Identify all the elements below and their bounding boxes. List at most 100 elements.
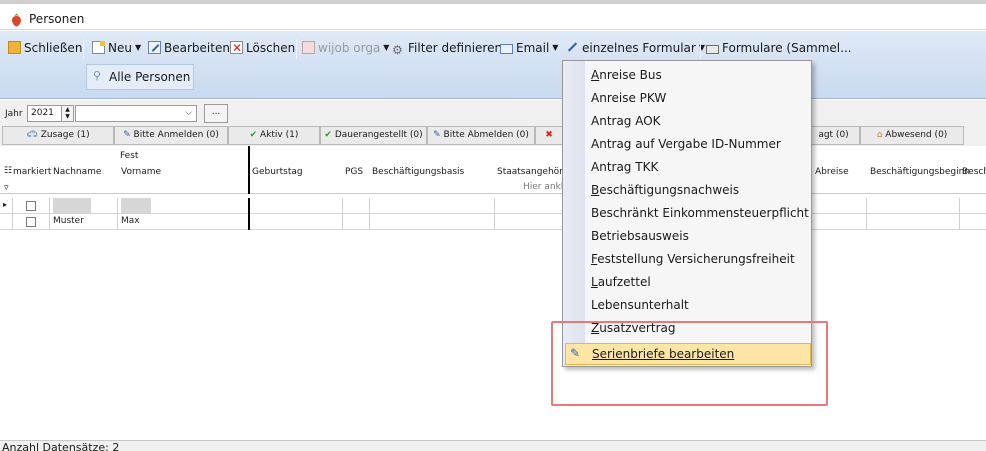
group-header-fest: Fest (120, 151, 139, 161)
row-vorname-blurred (121, 198, 151, 213)
tab-dauerangestellt[interactable]: ✔ Dauerangestellt (0) (320, 126, 427, 145)
tab-bitte-abmelden-label: Bitte Abmelden (0) (443, 130, 529, 140)
forms-label: Formulare (Sammel... (722, 41, 852, 55)
email-icon (500, 44, 513, 54)
all-persons-label: Alle Personen (109, 70, 191, 84)
tab-zusage[interactable]: 🚗︎ Zusage (1) (2, 126, 114, 145)
tab-abwesend[interactable]: ⌂ Abwesend (0) (860, 126, 964, 145)
year-spinner[interactable]: 2021 ▲ ▼ (27, 105, 74, 122)
email-button[interactable]: Email ▼ (500, 39, 558, 59)
row-checkbox[interactable] (26, 201, 36, 211)
row-vorname: Max (121, 216, 140, 226)
menu-item-antrag-aok[interactable]: Antrag AOK (591, 114, 661, 128)
cross-icon: ✖ (545, 130, 553, 140)
menu-item-anreise-bus[interactable]: Anreise Bus (591, 68, 662, 82)
close-label: Schließen (24, 41, 83, 55)
tab-abgesagt-label: agt (0) (818, 130, 849, 140)
wijob-dropdown-icon[interactable]: ▼ (383, 43, 389, 52)
edit-button[interactable]: Bearbeiten (148, 39, 230, 59)
grid-header: ☷ ▿ Fest markiert Nachname Vorname Gebur… (0, 146, 986, 194)
tab-aktiv[interactable]: ✔ Aktiv (1) (228, 126, 320, 145)
menu-item-beschraenkt-einkommensteuerpflicht[interactable]: Beschränkt Einkommensteuerpflicht (591, 206, 809, 220)
row-nachname-blurred (53, 198, 91, 213)
column-geburtstag[interactable]: Geburtstag (252, 167, 303, 177)
new-label: Neu (108, 41, 132, 55)
pencil-icon: ✎ (433, 130, 441, 140)
tab-abgesagt[interactable]: ✖ (535, 126, 563, 145)
checkmark-icon: ✔ (249, 130, 258, 140)
tab-bitte-abmelden[interactable]: ✎ Bitte Abmelden (0) (427, 126, 535, 145)
all-persons-button[interactable]: ⚲ Alle Personen (86, 64, 194, 90)
menu-item-lebensunterhalt[interactable]: Lebensunterhalt (591, 298, 689, 312)
delete-icon: ✕ (230, 41, 243, 55)
close-button[interactable]: Schließen (8, 39, 82, 59)
menu-item-antrag-tkk[interactable]: Antrag TKK (591, 160, 658, 174)
menu-item-laufzettel[interactable]: Laufzettel (591, 275, 651, 289)
filter-hint[interactable]: Hier ankli (523, 182, 566, 192)
table-row[interactable]: Muster Max (0, 214, 986, 230)
filter-button[interactable]: ⚙ Filter definieren (392, 39, 502, 59)
column-staatsangehoerig[interactable]: Staatsangehörig (497, 167, 571, 177)
column-abreise[interactable]: Abreise (815, 167, 849, 177)
wijob-label: wijob orga (318, 41, 381, 55)
filter-label: Filter definieren (408, 41, 503, 55)
status-bar: Anzahl Datensätze: 2 (0, 440, 986, 451)
person-select[interactable]: ⌵ (75, 105, 197, 122)
tab-abwesend-label: Abwesend (0) (885, 130, 948, 140)
tab-abgesagt-right[interactable]: agt (0) (808, 126, 860, 145)
window-title: Personen (29, 12, 85, 26)
single-form-label: einzelnes Formular (582, 41, 696, 55)
table-row[interactable]: ▸ (0, 198, 986, 214)
wijob-icon (302, 41, 315, 54)
house-icon: ⌂ (876, 130, 883, 140)
row-nachname: Muster (53, 216, 84, 226)
forms-batch-button[interactable]: Formulare (Sammel... (706, 39, 852, 59)
chevron-down-icon[interactable]: ⌵ (185, 106, 192, 121)
close-app-icon (8, 41, 21, 54)
column-besch[interactable]: Besch (962, 167, 986, 177)
new-button[interactable]: Neu ▼ (92, 39, 141, 59)
edit-pencil-icon (148, 41, 161, 54)
menu-item-anreise-pkw[interactable]: Anreise PKW (591, 91, 666, 105)
status-tabs: 🚗︎ Zusage (1) ✎ Bitte Anmelden (0) ✔ Akt… (0, 126, 986, 146)
gear-icon: ⚙ (392, 43, 403, 57)
row-indicator-icon: ▸ (3, 200, 8, 209)
highlight-box (551, 321, 828, 406)
menu-item-betriebsausweis[interactable]: Betriebsausweis (591, 229, 689, 243)
tab-dauerangestellt-label: Dauerangestellt (0) (334, 130, 423, 140)
single-form-button[interactable]: einzelnes Formular ▼ (566, 39, 705, 59)
checkmark-icon: ✔ (324, 130, 332, 140)
column-nachname[interactable]: Nachname (53, 167, 101, 177)
tab-bitte-anmelden[interactable]: ✎ Bitte Anmelden (0) (114, 126, 228, 145)
edit-label: Bearbeiten (164, 41, 230, 55)
column-beschaeftigungsbasis[interactable]: Beschäftigungsbasis (372, 167, 464, 177)
email-dropdown-icon[interactable]: ▼ (552, 43, 558, 52)
year-label: Jahr (5, 109, 23, 119)
title-bar: Personen (0, 4, 986, 30)
column-vorname[interactable]: Vorname (121, 167, 161, 177)
spinner-arrows-icon[interactable]: ▲ ▼ (61, 106, 73, 121)
column-beschaeftigungsbeginn[interactable]: Beschäftigungsbeginn (870, 167, 970, 177)
new-dropdown-icon[interactable]: ▼ (135, 43, 141, 52)
column-pgs[interactable]: PGS (345, 167, 363, 177)
menu-item-antrag-id-nummer[interactable]: Antrag auf Vergabe ID-Nummer (591, 137, 781, 151)
menu-item-feststellung-versicherungsfreiheit[interactable]: Feststellung Versicherungsfreiheit (591, 252, 795, 266)
column-chooser-icon[interactable]: ☷ (4, 166, 12, 176)
browse-button[interactable]: ... (204, 104, 228, 123)
year-value: 2021 (31, 108, 54, 118)
filter-funnel-icon[interactable]: ▿ (4, 183, 9, 193)
delete-button[interactable]: ✕ Löschen (230, 39, 295, 59)
new-document-icon (92, 41, 105, 54)
email-label: Email (516, 41, 550, 55)
pencil-icon (566, 41, 579, 54)
record-count: Anzahl Datensätze: 2 (2, 441, 120, 451)
strawberry-icon (11, 13, 22, 27)
browse-label: ... (211, 107, 221, 117)
menu-item-beschaeftigungsnachweis[interactable]: Beschäftigungsnachweis (591, 183, 739, 197)
delete-label: Löschen (246, 41, 296, 55)
pencil-icon: ✎ (123, 130, 131, 140)
tab-bitte-anmelden-label: Bitte Anmelden (0) (133, 130, 219, 140)
column-markiert[interactable]: markiert (13, 167, 51, 177)
wijob-orga-button[interactable]: wijob orga ▼ (302, 39, 389, 59)
row-checkbox[interactable] (26, 217, 36, 227)
